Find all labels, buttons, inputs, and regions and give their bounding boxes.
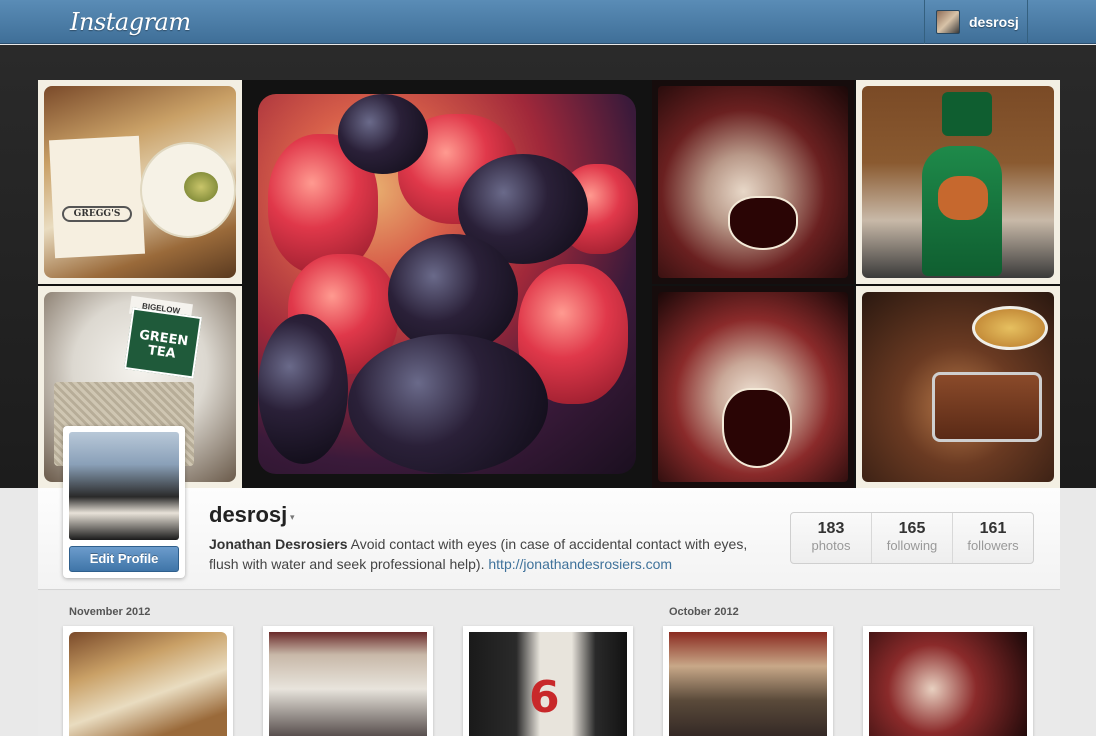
- photo-image: [269, 632, 427, 736]
- photo-image: 6: [469, 632, 627, 736]
- photo-image: [862, 292, 1054, 482]
- photo-timeline: November 2012 October 2012 6: [38, 591, 1060, 736]
- stat-followers[interactable]: 161 followers: [953, 513, 1033, 563]
- month-heading: November 2012: [69, 606, 151, 618]
- chevron-down-icon[interactable]: ▾: [290, 512, 295, 523]
- photo-image: [69, 632, 227, 736]
- blackberry-shape: [348, 334, 548, 474]
- mosaic-photo-clown-1[interactable]: [652, 80, 854, 284]
- mosaic-photo-berries-featured[interactable]: [244, 80, 650, 488]
- user-menu-username: desrosj: [969, 14, 1019, 30]
- top-navigation-bar: Instagram desrosj: [0, 0, 1096, 44]
- stat-value: 183: [817, 520, 845, 537]
- timeline-photo[interactable]: [663, 626, 833, 736]
- timeline-photo[interactable]: [863, 626, 1033, 736]
- photo-image: [869, 632, 1027, 736]
- mosaic-photo-food[interactable]: GREGG'S: [38, 80, 242, 284]
- profile-avatar[interactable]: [69, 432, 179, 540]
- user-avatar: [936, 10, 960, 34]
- user-menu[interactable]: desrosj: [924, 0, 1028, 44]
- blackberry-shape: [258, 314, 348, 464]
- stat-label: followers: [967, 538, 1019, 553]
- beard-shape: [938, 176, 988, 220]
- profile-stats: 183 photos 165 following 161 followers: [790, 512, 1034, 564]
- timeline-photo[interactable]: [63, 626, 233, 736]
- cake-shape: [932, 372, 1042, 442]
- photo-image: [658, 292, 848, 482]
- stat-label: following: [886, 538, 938, 553]
- tea-label: GREEN TEA: [124, 307, 202, 379]
- clown-mouth-shape: [722, 388, 792, 468]
- profile-bio: Jonathan Desrosiers Avoid contact with e…: [209, 534, 769, 574]
- mosaic-photo-clown-2[interactable]: [652, 286, 854, 488]
- stat-photos[interactable]: 183 photos: [791, 513, 872, 563]
- stat-value: 161: [979, 520, 1007, 537]
- pickle-shape: [184, 172, 218, 202]
- napkin-shape: [48, 135, 146, 259]
- month-heading: October 2012: [669, 606, 739, 618]
- profile-username: desrosj: [209, 502, 288, 527]
- photo-image: [862, 86, 1054, 278]
- instagram-logo[interactable]: Instagram: [70, 8, 191, 36]
- jersey-number: 6: [529, 672, 560, 723]
- tart-dish-shape: [972, 306, 1048, 350]
- timeline-photo[interactable]: [263, 626, 433, 736]
- photo-image: GREGG'S: [44, 86, 236, 278]
- stat-label: photos: [811, 538, 851, 553]
- photo-image: [669, 632, 827, 736]
- stat-following[interactable]: 165 following: [872, 513, 953, 563]
- photo-image: [658, 86, 848, 278]
- mosaic-photo-leprechaun[interactable]: [856, 80, 1060, 284]
- mosaic-photo-birthday-cake[interactable]: [856, 286, 1060, 488]
- stat-value: 165: [898, 520, 926, 537]
- timeline-photo[interactable]: 6: [463, 626, 633, 736]
- profile-avatar-frame: Edit Profile: [63, 426, 185, 578]
- profile-full-name: Jonathan Desrosiers: [209, 536, 348, 552]
- photo-image: [258, 94, 638, 474]
- clown-mouth-shape: [728, 196, 798, 250]
- profile-card: Edit Profile desrosj ▾ Jonathan Desrosie…: [38, 426, 1060, 590]
- photo-mosaic: GREGG'S BIGELOW GREEN TEA: [38, 80, 1060, 488]
- hat-shape: [942, 92, 992, 136]
- blackberry-shape: [338, 94, 428, 174]
- profile-website-link[interactable]: http://jonathandesrosiers.com: [488, 556, 672, 572]
- edit-profile-button[interactable]: Edit Profile: [69, 546, 179, 572]
- greggs-tag: GREGG'S: [62, 206, 132, 222]
